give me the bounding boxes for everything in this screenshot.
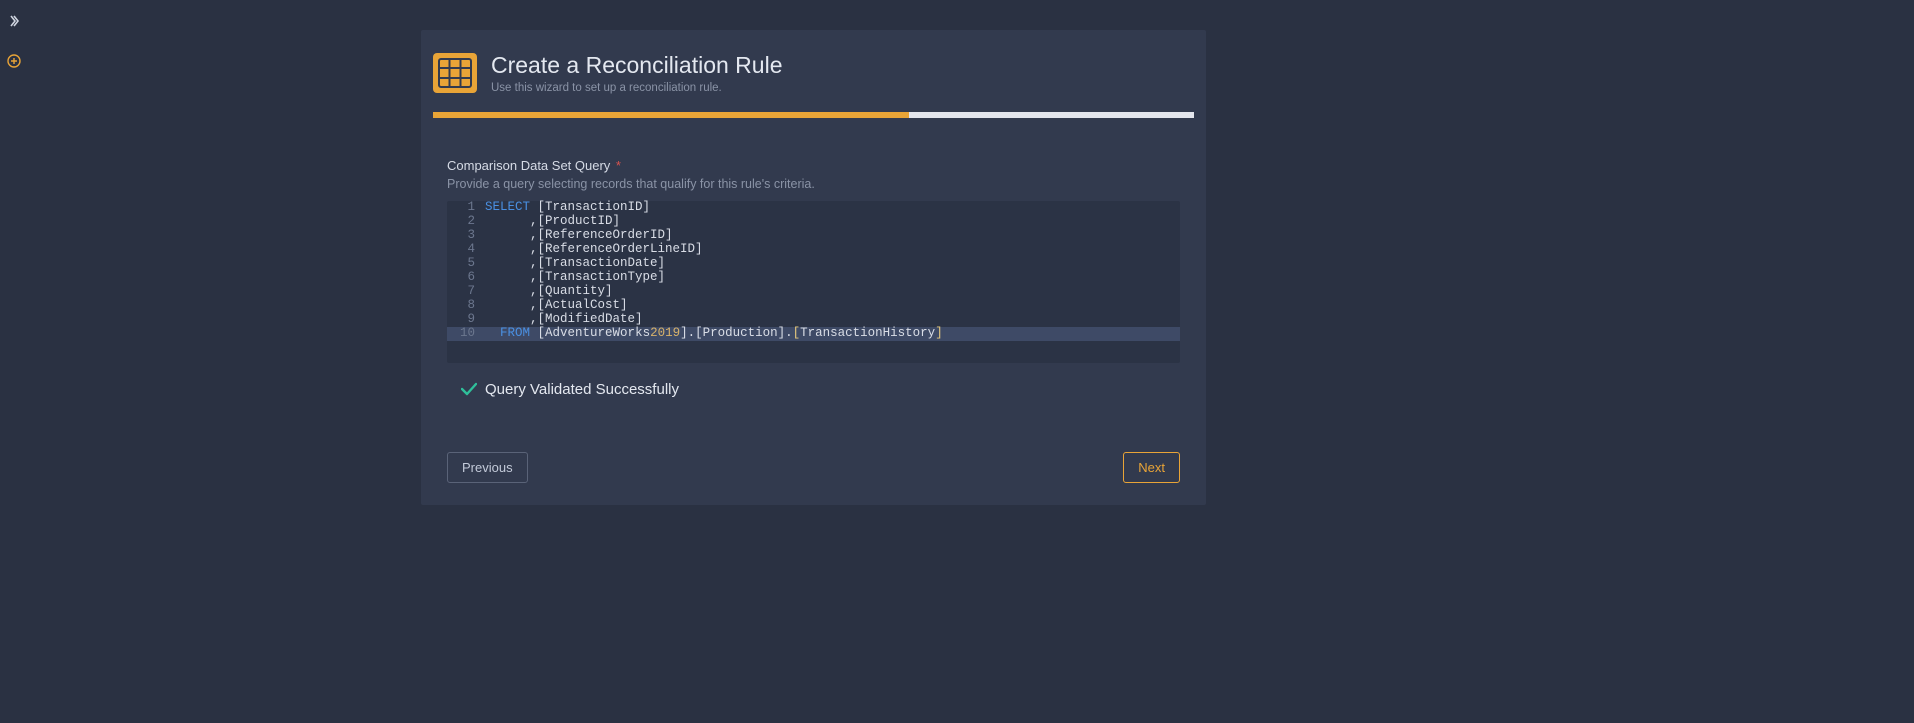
code-content[interactable]: ,[ActualCost] bbox=[485, 299, 1180, 313]
validation-text: Query Validated Successfully bbox=[485, 381, 679, 398]
line-number: 2 bbox=[447, 215, 485, 229]
required-indicator: * bbox=[616, 158, 621, 173]
code-line[interactable]: 2 ,[ProductID] bbox=[447, 215, 1180, 229]
code-line[interactable]: 7 ,[Quantity] bbox=[447, 285, 1180, 299]
wizard-footer: Previous Next bbox=[421, 398, 1206, 483]
code-line[interactable]: 4 ,[ReferenceOrderLineID] bbox=[447, 243, 1180, 257]
wizard-card: Create a Reconciliation Rule Use this wi… bbox=[421, 30, 1206, 505]
code-line[interactable]: 9 ,[ModifiedDate] bbox=[447, 313, 1180, 327]
code-content[interactable]: ,[ProductID] bbox=[485, 215, 1180, 229]
code-line[interactable]: 3 ,[ReferenceOrderID] bbox=[447, 229, 1180, 243]
wizard-header: Create a Reconciliation Rule Use this wi… bbox=[421, 30, 1206, 112]
plus-circle-icon bbox=[7, 54, 21, 68]
add-button[interactable] bbox=[5, 52, 23, 70]
line-number: 9 bbox=[447, 313, 485, 327]
mini-sidebar bbox=[0, 0, 28, 723]
field-help: Provide a query selecting records that q… bbox=[447, 177, 1180, 191]
code-content[interactable]: FROM [AdventureWorks2019].[Production].[… bbox=[485, 327, 1180, 341]
code-line[interactable]: 1SELECT [TransactionID] bbox=[447, 201, 1180, 215]
previous-button[interactable]: Previous bbox=[447, 452, 528, 483]
content-area: Create a Reconciliation Rule Use this wi… bbox=[28, 0, 1914, 723]
code-content[interactable]: ,[ReferenceOrderLineID] bbox=[485, 243, 1180, 257]
code-line[interactable]: 6 ,[TransactionType] bbox=[447, 271, 1180, 285]
code-content[interactable]: ,[TransactionType] bbox=[485, 271, 1180, 285]
field-label: Comparison Data Set Query bbox=[447, 158, 610, 173]
sql-editor[interactable]: 1SELECT [TransactionID]2 ,[ProductID]3 ,… bbox=[447, 201, 1180, 363]
line-number: 8 bbox=[447, 299, 485, 313]
line-number: 5 bbox=[447, 257, 485, 271]
code-content[interactable]: ,[Quantity] bbox=[485, 285, 1180, 299]
code-line[interactable]: 10 FROM [AdventureWorks2019].[Production… bbox=[447, 327, 1180, 341]
line-number: 1 bbox=[447, 201, 485, 215]
check-icon bbox=[461, 382, 477, 396]
chevron-right-icon bbox=[8, 15, 20, 27]
code-line[interactable]: 8 ,[ActualCost] bbox=[447, 299, 1180, 313]
line-number: 6 bbox=[447, 271, 485, 285]
page-title: Create a Reconciliation Rule bbox=[491, 52, 783, 80]
code-content[interactable]: ,[TransactionDate] bbox=[485, 257, 1180, 271]
next-button[interactable]: Next bbox=[1123, 452, 1180, 483]
line-number: 10 bbox=[447, 327, 485, 341]
wizard-progress-fill bbox=[433, 112, 909, 118]
grid-icon bbox=[433, 53, 477, 93]
validation-status: Query Validated Successfully bbox=[461, 381, 1180, 398]
line-number: 4 bbox=[447, 243, 485, 257]
wizard-progress bbox=[433, 112, 1194, 118]
line-number: 7 bbox=[447, 285, 485, 299]
expand-sidebar-button[interactable] bbox=[5, 12, 23, 30]
line-number: 3 bbox=[447, 229, 485, 243]
code-content[interactable]: ,[ModifiedDate] bbox=[485, 313, 1180, 327]
field-label-row: Comparison Data Set Query * bbox=[447, 158, 1180, 173]
code-line[interactable]: 5 ,[TransactionDate] bbox=[447, 257, 1180, 271]
code-content[interactable]: ,[ReferenceOrderID] bbox=[485, 229, 1180, 243]
page-subtitle: Use this wizard to set up a reconciliati… bbox=[491, 82, 783, 94]
code-content[interactable]: SELECT [TransactionID] bbox=[485, 201, 1180, 215]
